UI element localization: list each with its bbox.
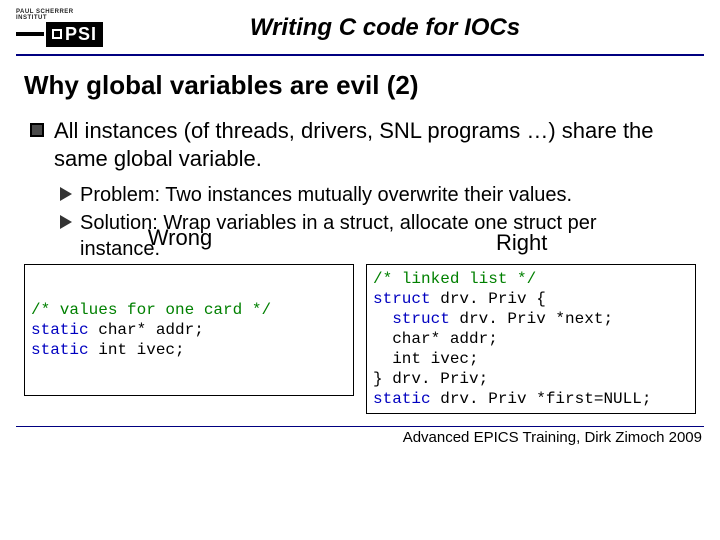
slide-content: Why global variables are evil (2) All in… [0, 56, 720, 262]
psi-logo: PAUL SCHERRER INSTITUT PSI [16, 8, 106, 48]
code-txt: } drv. Priv; [373, 370, 488, 388]
code-comment: /* linked list */ [373, 270, 536, 288]
bullet-1: All instances (of threads, drivers, SNL … [30, 117, 696, 172]
triangle-bullet-icon [60, 187, 72, 201]
footer-text: Advanced EPICS Training, Dirk Zimoch 200… [0, 429, 720, 446]
logo-box-icon [52, 29, 62, 39]
right-label: Right [496, 230, 547, 256]
code-txt: char* addr; [373, 330, 498, 348]
right-code-box: /* linked list */ struct drv. Priv { str… [366, 264, 696, 414]
logo-text: PSI [65, 24, 97, 45]
bullet-1-text: All instances (of threads, drivers, SNL … [54, 117, 696, 172]
code-txt: drv. Priv *first=NULL; [431, 390, 652, 408]
logo-letters: PSI [46, 22, 103, 47]
triangle-bullet-icon [60, 215, 72, 229]
code-txt: int ivec; [89, 341, 185, 359]
slide-subtitle: Why global variables are evil (2) [24, 70, 696, 101]
wrong-label: Wrong [140, 226, 220, 250]
code-kw: static [31, 321, 89, 339]
wrong-code-box: /* values for one card */ static char* a… [24, 264, 354, 396]
wrong-code: /* values for one card */ static char* a… [31, 300, 347, 360]
right-code: /* linked list */ struct drv. Priv { str… [373, 269, 689, 409]
code-txt: int ivec; [373, 350, 479, 368]
institute-name: PAUL SCHERRER INSTITUT [16, 9, 106, 21]
right-column: Right /* linked list */ struct drv. Priv… [366, 264, 696, 414]
sub-bullet-1: Problem: Two instances mutually overwrit… [60, 182, 696, 208]
code-columns: Wrong /* values for one card */ static c… [24, 264, 696, 414]
slide-header: PAUL SCHERRER INSTITUT PSI Writing C cod… [0, 0, 720, 54]
sub-bullet-1-text: Problem: Two instances mutually overwrit… [80, 182, 572, 208]
logo-bar [16, 32, 44, 36]
code-txt: drv. Priv { [431, 290, 546, 308]
code-comment: /* values for one card */ [31, 301, 271, 319]
code-kw: struct [373, 310, 450, 328]
wrong-column: Wrong /* values for one card */ static c… [24, 264, 354, 414]
code-kw: static [31, 341, 89, 359]
code-txt: drv. Priv *next; [450, 310, 613, 328]
code-txt: char* addr; [89, 321, 204, 339]
footer-divider [16, 426, 704, 427]
square-bullet-icon [30, 123, 44, 137]
code-kw: struct [373, 290, 431, 308]
slide-title: Writing C code for IOCs [106, 14, 704, 42]
code-kw: static [373, 390, 431, 408]
